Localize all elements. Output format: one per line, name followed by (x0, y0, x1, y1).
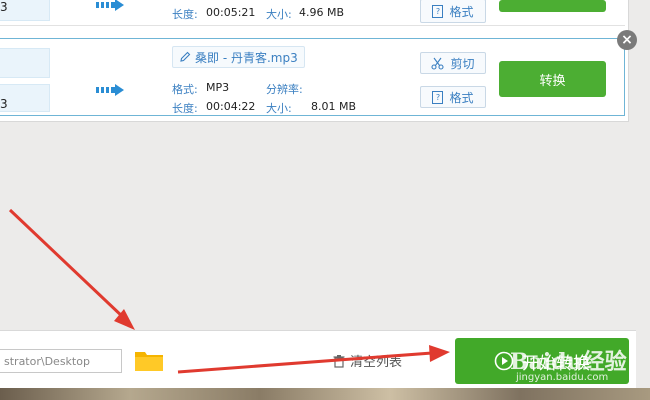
play-arrow-icon (96, 84, 124, 96)
desktop-background (0, 388, 650, 400)
resolution-label: 分辨率: (266, 83, 303, 96)
size-label: 大小: (266, 8, 292, 21)
convert-button[interactable] (499, 0, 606, 12)
duration-value: 00:05:21 (206, 6, 256, 19)
cut-button-label: 剪切 (450, 56, 475, 71)
format-button-label: 格式 (449, 90, 474, 105)
play-arrow-icon (96, 0, 124, 11)
folder-icon[interactable] (134, 348, 164, 372)
size-label: 大小: (266, 102, 292, 115)
trash-icon (333, 354, 345, 368)
duration-value: 00:04:22 (206, 100, 256, 113)
format-button-label: 格式 (449, 4, 474, 19)
cut-button[interactable]: 剪切 (420, 52, 486, 74)
size-value: 4.96 MB (299, 6, 345, 19)
format-button[interactable]: ? 格式 (420, 0, 486, 23)
source-fragment: 3 (0, 97, 8, 111)
file-row-2[interactable]: 3 桑即 - 丹青客.mp3 格式: MP3 分辨率: 长度: 00:04:22… (0, 38, 625, 116)
format-icon: ? (432, 90, 444, 104)
duration-label: 长度: (172, 102, 198, 115)
scissors-icon (431, 57, 445, 70)
file-name-field[interactable]: 桑即 - 丹青客.mp3 (172, 46, 305, 68)
format-button[interactable]: ? 格式 (420, 86, 486, 108)
format-value: MP3 (206, 81, 230, 94)
clear-list-label: 清空列表 (350, 355, 403, 370)
play-circle-icon (494, 351, 514, 371)
pencil-icon (180, 51, 191, 62)
start-convert-label: 开始转换 (522, 353, 590, 374)
convert-button[interactable]: 转换 (499, 61, 606, 97)
start-convert-button[interactable]: 开始转换 (455, 338, 629, 384)
source-info-box (0, 48, 50, 78)
clear-list-button[interactable]: 清空列表 (332, 351, 402, 370)
format-icon: ? (432, 4, 444, 18)
format-label: 格式: (172, 83, 198, 96)
source-fragment: 3 (0, 0, 8, 14)
file-row-1: 长度: 00:05:21 大小: 4.96 MB ? 格式 (0, 0, 625, 26)
annotation-arrow-line (8, 208, 126, 320)
close-icon[interactable]: × (617, 30, 637, 50)
annotation-arrowhead (114, 309, 135, 330)
file-name: 桑即 - 丹青客.mp3 (195, 50, 298, 65)
output-path-input[interactable] (0, 349, 122, 373)
size-value: 8.01 MB (311, 100, 357, 113)
duration-label: 长度: (172, 8, 198, 21)
